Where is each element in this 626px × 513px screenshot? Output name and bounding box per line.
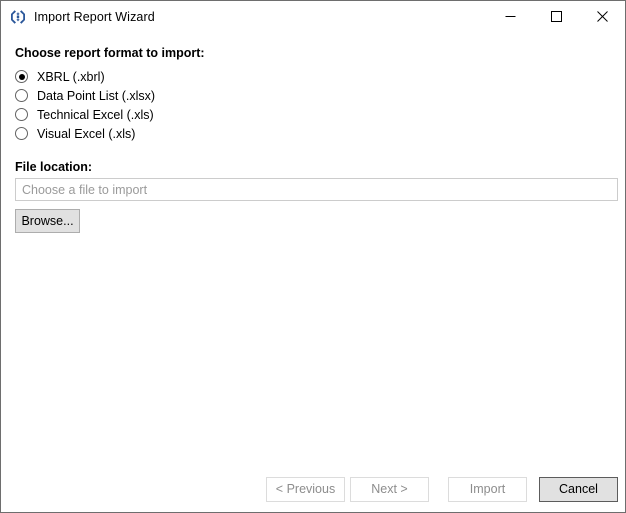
radio-label-xbrl: XBRL (.xbrl)	[37, 69, 105, 84]
dialog-client-area: Choose report format to import: XBRL (.x…	[1, 32, 625, 512]
radio-label-visual-excel: Visual Excel (.xls)	[37, 126, 136, 141]
close-icon	[596, 11, 608, 22]
file-location-input[interactable]	[15, 178, 618, 201]
previous-button[interactable]: < Previous	[266, 477, 345, 502]
radio-option-visual-excel[interactable]: Visual Excel (.xls)	[15, 124, 155, 143]
next-button[interactable]: Next >	[350, 477, 429, 502]
format-section-label: Choose report format to import:	[15, 46, 205, 60]
radio-option-data-point-list[interactable]: Data Point List (.xlsx)	[15, 86, 155, 105]
window-title: Import Report Wizard	[34, 9, 155, 24]
file-location-label: File location:	[15, 160, 93, 174]
radio-mark-icon	[15, 89, 28, 102]
maximize-icon	[550, 11, 562, 22]
cancel-button[interactable]: Cancel	[539, 477, 618, 502]
title-bar: Import Report Wizard	[1, 1, 625, 32]
format-radio-group: XBRL (.xbrl) Data Point List (.xlsx) Tec…	[15, 67, 155, 143]
close-button[interactable]	[579, 1, 625, 32]
radio-mark-icon	[15, 108, 28, 121]
minimize-icon	[505, 16, 515, 17]
app-diamond-icon	[11, 9, 25, 24]
radio-option-technical-excel[interactable]: Technical Excel (.xls)	[15, 105, 155, 124]
radio-mark-icon	[15, 127, 28, 140]
import-button[interactable]: Import	[448, 477, 527, 502]
radio-label-data-point-list: Data Point List (.xlsx)	[37, 88, 156, 103]
browse-button[interactable]: Browse...	[15, 209, 80, 233]
minimize-button[interactable]	[487, 1, 533, 32]
radio-mark-icon	[15, 70, 28, 83]
radio-label-technical-excel: Technical Excel (.xls)	[37, 107, 154, 122]
import-report-wizard-window: Import Report Wizard Choose report forma…	[0, 0, 626, 513]
dialog-footer: < Previous Next > Import Cancel	[1, 460, 625, 512]
radio-option-xbrl[interactable]: XBRL (.xbrl)	[15, 67, 155, 86]
maximize-button[interactable]	[533, 1, 579, 32]
